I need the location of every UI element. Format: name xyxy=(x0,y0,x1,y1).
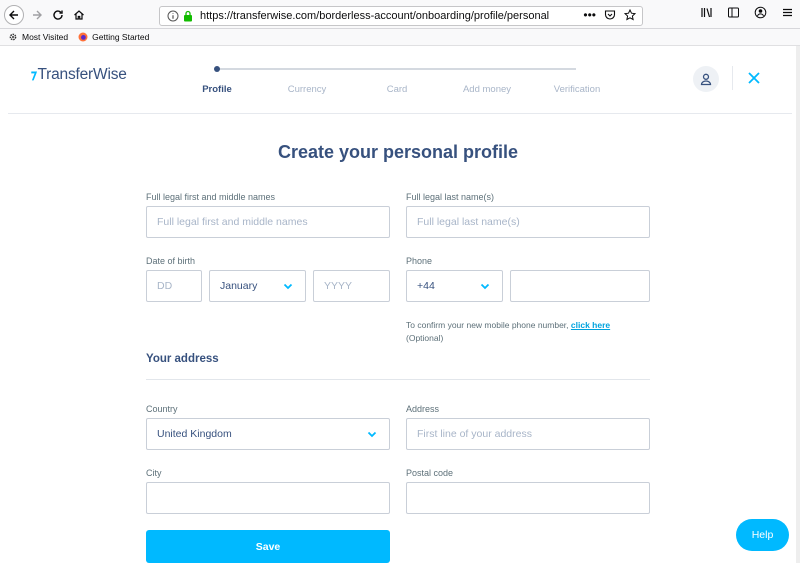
home-button[interactable] xyxy=(69,5,89,25)
library-icon[interactable] xyxy=(700,6,713,19)
address-placeholder: First line of your address xyxy=(417,428,532,440)
country-label: Country xyxy=(146,404,178,414)
header-divider xyxy=(732,66,733,90)
save-button[interactable]: Save xyxy=(146,530,390,563)
section-divider xyxy=(146,379,650,380)
toolbar-right xyxy=(700,6,794,19)
phone-helper-optional: (Optional) xyxy=(406,333,444,343)
step-profile: Profile xyxy=(202,84,232,95)
menu-icon[interactable] xyxy=(781,6,794,19)
reload-icon xyxy=(53,10,63,20)
close-icon xyxy=(748,72,760,84)
address-bar[interactable]: https://transferwise.com/borderless-acco… xyxy=(159,6,643,26)
page-actions-icon[interactable]: ••• xyxy=(583,9,596,21)
profile-avatar-button[interactable] xyxy=(693,66,719,92)
step-card: Card xyxy=(386,84,408,95)
country-value: United Kingdom xyxy=(157,428,232,440)
bookmark-label: Getting Started xyxy=(92,32,150,42)
close-button[interactable] xyxy=(745,69,763,87)
bookmark-most-visited[interactable]: Most Visited xyxy=(8,32,68,42)
chevron-down-icon xyxy=(283,283,293,290)
transferwise-logo[interactable]: ⁊ TransferWise xyxy=(30,66,127,84)
address-input[interactable]: First line of your address xyxy=(406,418,650,450)
phone-code-value: +44 xyxy=(417,280,435,292)
phone-helper-message: To confirm your new mobile phone number, xyxy=(406,320,571,330)
last-name-placeholder: Full legal last name(s) xyxy=(417,216,520,228)
dob-label: Date of birth xyxy=(146,256,196,266)
user-icon xyxy=(700,73,712,86)
dob-day-input[interactable]: DD xyxy=(146,270,202,302)
step-add-money: Add money xyxy=(462,84,512,95)
phone-label: Phone xyxy=(406,256,433,266)
bookmark-getting-started[interactable]: Getting Started xyxy=(78,32,149,42)
step-currency: Currency xyxy=(287,84,327,95)
confirm-phone-link[interactable]: click here xyxy=(571,320,610,330)
first-names-input[interactable]: Full legal first and middle names xyxy=(146,206,390,238)
dob-month-value: January xyxy=(220,280,258,292)
phone-number-input[interactable] xyxy=(510,270,650,302)
browser-toolbar: https://transferwise.com/borderless-acco… xyxy=(0,0,800,29)
dob-day-placeholder: DD xyxy=(157,280,173,292)
address-section-title: Your address xyxy=(146,353,219,365)
arrow-left-icon xyxy=(9,10,18,20)
country-select[interactable]: United Kingdom xyxy=(146,418,390,450)
reload-button[interactable] xyxy=(48,5,68,25)
dob-year-input[interactable]: YYYY xyxy=(313,270,390,302)
scrollbar-gutter xyxy=(796,46,800,563)
url-actions: ••• xyxy=(583,9,636,21)
pocket-icon[interactable] xyxy=(604,9,616,21)
last-name-label: Full legal last name(s) xyxy=(406,192,495,202)
city-input[interactable] xyxy=(146,482,390,514)
site-header: ⁊ TransferWise Profile Currency Card Add… xyxy=(8,46,792,114)
chevron-down-icon xyxy=(480,283,490,290)
city-label: City xyxy=(146,468,162,478)
step-verification: Verification xyxy=(553,84,601,95)
first-names-placeholder: Full legal first and middle names xyxy=(157,216,308,228)
dob-year-placeholder: YYYY xyxy=(324,280,353,292)
postal-code-input[interactable] xyxy=(406,482,650,514)
dob-month-select[interactable]: January xyxy=(209,270,306,302)
arrow-right-icon xyxy=(33,10,42,20)
account-icon[interactable] xyxy=(754,6,767,19)
current-step-dot xyxy=(214,66,220,72)
bookmark-label: Most Visited xyxy=(22,32,69,42)
flag-icon: ⁊ xyxy=(30,67,37,82)
forward-button[interactable] xyxy=(27,5,47,25)
lock-icon xyxy=(184,10,192,22)
chevron-down-icon xyxy=(367,431,377,438)
progress-stepper: Profile Currency Card Add money Verifica… xyxy=(198,66,618,102)
back-button[interactable] xyxy=(4,5,24,25)
url-text: https://transferwise.com/borderless-acco… xyxy=(200,10,550,22)
phone-code-select[interactable]: +44 xyxy=(406,270,503,302)
postal-code-label: Postal code xyxy=(406,468,454,478)
gear-icon xyxy=(9,33,17,41)
info-icon[interactable] xyxy=(166,10,180,22)
firefox-icon xyxy=(78,32,88,42)
help-button[interactable]: Help xyxy=(736,519,789,551)
home-icon xyxy=(74,10,84,20)
address-label: Address xyxy=(406,404,440,414)
last-name-input[interactable]: Full legal last name(s) xyxy=(406,206,650,238)
bookmarks-toolbar: Most Visited Getting Started xyxy=(0,29,800,46)
page-title: Create your personal profile xyxy=(277,142,519,162)
sidebar-icon[interactable] xyxy=(727,6,740,19)
first-names-label: Full legal first and middle names xyxy=(146,192,276,202)
star-icon[interactable] xyxy=(624,9,636,21)
phone-helper-text: To confirm your new mobile phone number,… xyxy=(406,319,610,345)
stepper-track xyxy=(216,68,576,70)
logo-text: TransferWise xyxy=(37,66,127,83)
